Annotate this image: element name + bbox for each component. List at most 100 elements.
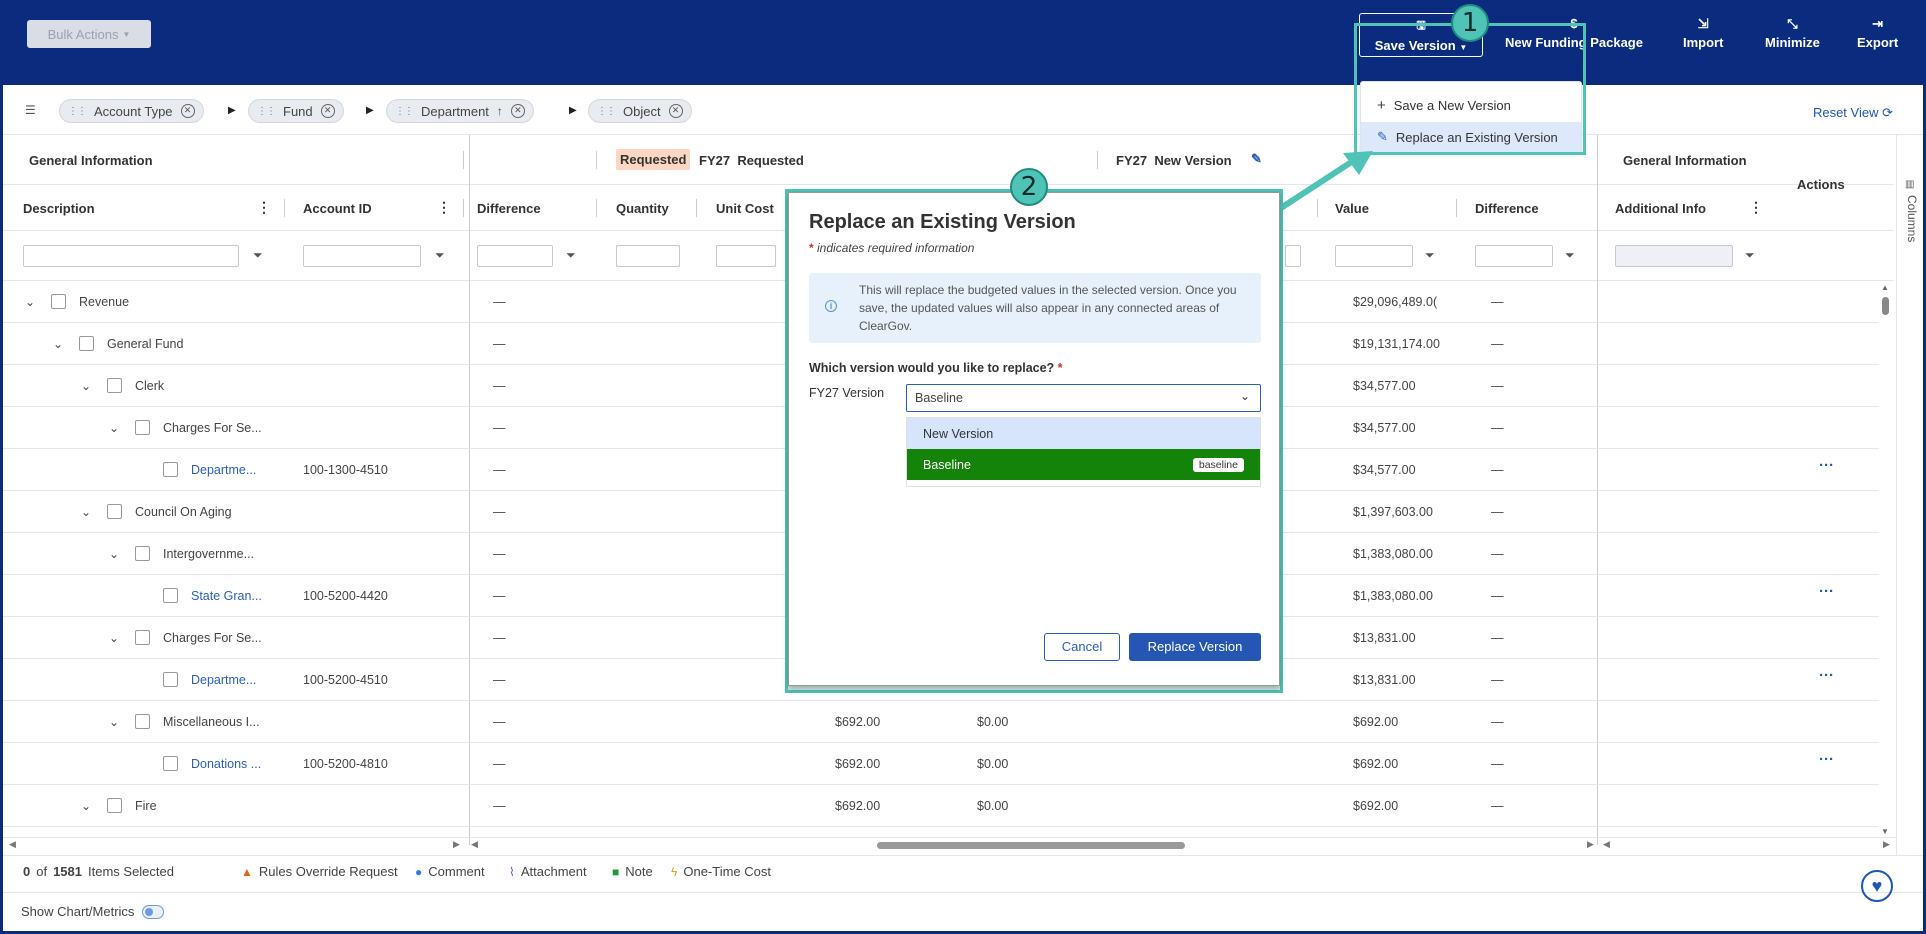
version-select[interactable]: Baseline ⌄: [906, 384, 1261, 412]
additional-info-filter-input[interactable]: [1615, 245, 1733, 267]
row-label-link[interactable]: Donations ...: [191, 757, 261, 771]
replace-version-button[interactable]: Replace Version: [1129, 633, 1261, 661]
remove-chip-icon[interactable]: ✕: [320, 104, 335, 118]
row-actions-more-icon[interactable]: ···: [1819, 583, 1834, 600]
scroll-right-icon[interactable]: ▶: [453, 839, 460, 850]
horizontal-scroll-thumb[interactable]: [877, 842, 1185, 849]
col-additional-info[interactable]: Additional Info: [1615, 201, 1706, 216]
row-label: Intergovernme...: [163, 547, 255, 561]
group-chip-label: Object: [623, 103, 661, 119]
vertical-scroll-thumb[interactable]: [1882, 297, 1889, 315]
filter-icon[interactable]: ⏷: [1565, 248, 1575, 263]
chevron-down-icon[interactable]: ⌄: [81, 505, 91, 519]
col-difference[interactable]: Difference: [477, 201, 541, 216]
row-actions-more-icon[interactable]: ···: [1819, 667, 1834, 684]
export-button[interactable]: ⇥ Export: [1857, 17, 1898, 51]
option-new-version[interactable]: New Version: [907, 418, 1260, 449]
chevron-down-icon[interactable]: ⌄: [109, 715, 119, 729]
filter-icon[interactable]: ⏷: [435, 248, 445, 263]
minimize-button[interactable]: ⤡ Minimize: [1765, 17, 1820, 51]
row-checkbox[interactable]: [107, 798, 122, 813]
filter-icon[interactable]: ⏷: [1425, 248, 1435, 263]
row-checkbox[interactable]: [163, 462, 178, 477]
row-checkbox[interactable]: [51, 294, 66, 309]
columns-side-panel[interactable]: ▥ Columns: [1896, 135, 1923, 855]
scroll-left-icon[interactable]: ◀: [471, 839, 478, 850]
col-quantity[interactable]: Quantity: [616, 201, 669, 216]
group-chip-department[interactable]: ⋮⋮ Department ↑ ✕: [386, 99, 534, 123]
import-button[interactable]: ⇲ Import: [1683, 17, 1723, 51]
chevron-down-icon[interactable]: ⌄: [53, 337, 63, 351]
option-baseline[interactable]: Baseline baseline: [907, 449, 1260, 480]
filter-icon[interactable]: ⏷: [566, 248, 576, 263]
group-chip-object[interactable]: ⋮⋮ Object ✕: [588, 99, 692, 123]
chevron-down-icon[interactable]: ⌄: [25, 295, 35, 309]
column-menu-icon[interactable]: ⋮: [1749, 199, 1763, 216]
drag-handle-icon[interactable]: ⋮⋮: [395, 106, 414, 117]
row-checkbox[interactable]: [79, 336, 94, 351]
chevron-down-icon[interactable]: ⌄: [109, 421, 119, 435]
row-actions-more-icon[interactable]: ···: [1819, 457, 1834, 474]
row-checkbox[interactable]: [163, 588, 178, 603]
col-unit-cost[interactable]: Unit Cost: [716, 201, 774, 216]
chevron-down-icon[interactable]: ⌄: [109, 631, 119, 645]
show-chart-toggle[interactable]: [142, 904, 165, 919]
row-checkbox[interactable]: [107, 504, 122, 519]
row-checkbox[interactable]: [135, 714, 150, 729]
row-checkbox[interactable]: [163, 672, 178, 687]
chevron-down-icon[interactable]: ⌄: [81, 799, 91, 813]
scroll-down-icon[interactable]: ▼: [1881, 827, 1889, 836]
row-checkbox[interactable]: [107, 378, 122, 393]
drag-handle-icon[interactable]: ⋮⋮: [68, 106, 87, 117]
group-chip-account-type[interactable]: ⋮⋮ Account Type ✕: [59, 99, 204, 123]
bulk-actions-button[interactable]: Bulk Actions ▼: [27, 20, 151, 48]
col-account-id[interactable]: Account ID: [303, 201, 372, 216]
drag-handle-icon[interactable]: ⋮⋮: [257, 106, 276, 117]
filter-icon[interactable]: ⏷: [1745, 248, 1755, 263]
group-list-icon[interactable]: ☰: [25, 103, 36, 117]
difference-filter-input[interactable]: [477, 245, 553, 267]
vertical-scrollbar[interactable]: ▲ ▼: [1879, 281, 1893, 837]
remove-chip-icon[interactable]: ✕: [510, 104, 525, 118]
reset-view-link[interactable]: Reset View ⟳: [1813, 105, 1893, 121]
value-filter-input[interactable]: [1335, 245, 1413, 267]
difference-right-filter-input[interactable]: [1475, 245, 1553, 267]
row-checkbox[interactable]: [135, 546, 150, 561]
remove-chip-icon[interactable]: ✕: [180, 104, 195, 118]
row-label-link[interactable]: Departme...: [191, 673, 256, 687]
row-label-link[interactable]: Departme...: [191, 463, 256, 477]
table-row[interactable]: ⌄ Miscellaneous I... — $692.00 $0.00 $69…: [3, 701, 1879, 743]
account-id-filter-input[interactable]: [303, 245, 421, 267]
scroll-right-icon[interactable]: ▶: [1587, 839, 1594, 850]
row-actions-more-icon[interactable]: ···: [1819, 751, 1834, 768]
row-checkbox[interactable]: [135, 630, 150, 645]
sort-up-icon[interactable]: ↑: [497, 104, 503, 118]
table-row[interactable]: ⌄ Fire — $692.00 $0.00 $692.00 —: [3, 785, 1879, 827]
row-difference-right: —: [1491, 463, 1504, 477]
scroll-up-icon[interactable]: ▲: [1881, 283, 1889, 292]
description-filter-input[interactable]: [23, 245, 239, 267]
chevron-down-icon[interactable]: ⌄: [109, 547, 119, 561]
cancel-button[interactable]: Cancel: [1044, 633, 1120, 661]
group-chip-fund[interactable]: ⋮⋮ Fund ✕: [248, 99, 344, 123]
row-checkbox[interactable]: [135, 420, 150, 435]
heart-icon[interactable]: ♥: [1861, 870, 1893, 902]
table-row[interactable]: Donations ... 100-5200-4810 — $692.00 $0…: [3, 743, 1879, 785]
drag-handle-icon[interactable]: ⋮⋮: [597, 106, 616, 117]
column-menu-icon[interactable]: ⋮: [437, 199, 451, 216]
unit-cost-filter-input[interactable]: [716, 245, 776, 267]
quantity-filter-input[interactable]: [616, 245, 680, 267]
scroll-left-icon[interactable]: ◀: [1603, 839, 1610, 850]
chevron-down-icon[interactable]: ⌄: [81, 379, 91, 393]
remove-chip-icon[interactable]: ✕: [668, 104, 683, 118]
scroll-left-icon[interactable]: ◀: [9, 839, 16, 850]
column-menu-icon[interactable]: ⋮: [257, 199, 271, 216]
columns-panel-label[interactable]: Columns: [1905, 195, 1919, 242]
col-description[interactable]: Description: [23, 201, 95, 216]
scroll-right-icon[interactable]: ▶: [1883, 839, 1890, 850]
row-label-link[interactable]: State Gran...: [191, 589, 262, 603]
new-version-filter-input[interactable]: [1285, 245, 1301, 267]
filter-icon[interactable]: ⏷: [253, 248, 263, 263]
col-difference-right[interactable]: Difference: [1475, 201, 1539, 216]
row-checkbox[interactable]: [163, 756, 178, 771]
